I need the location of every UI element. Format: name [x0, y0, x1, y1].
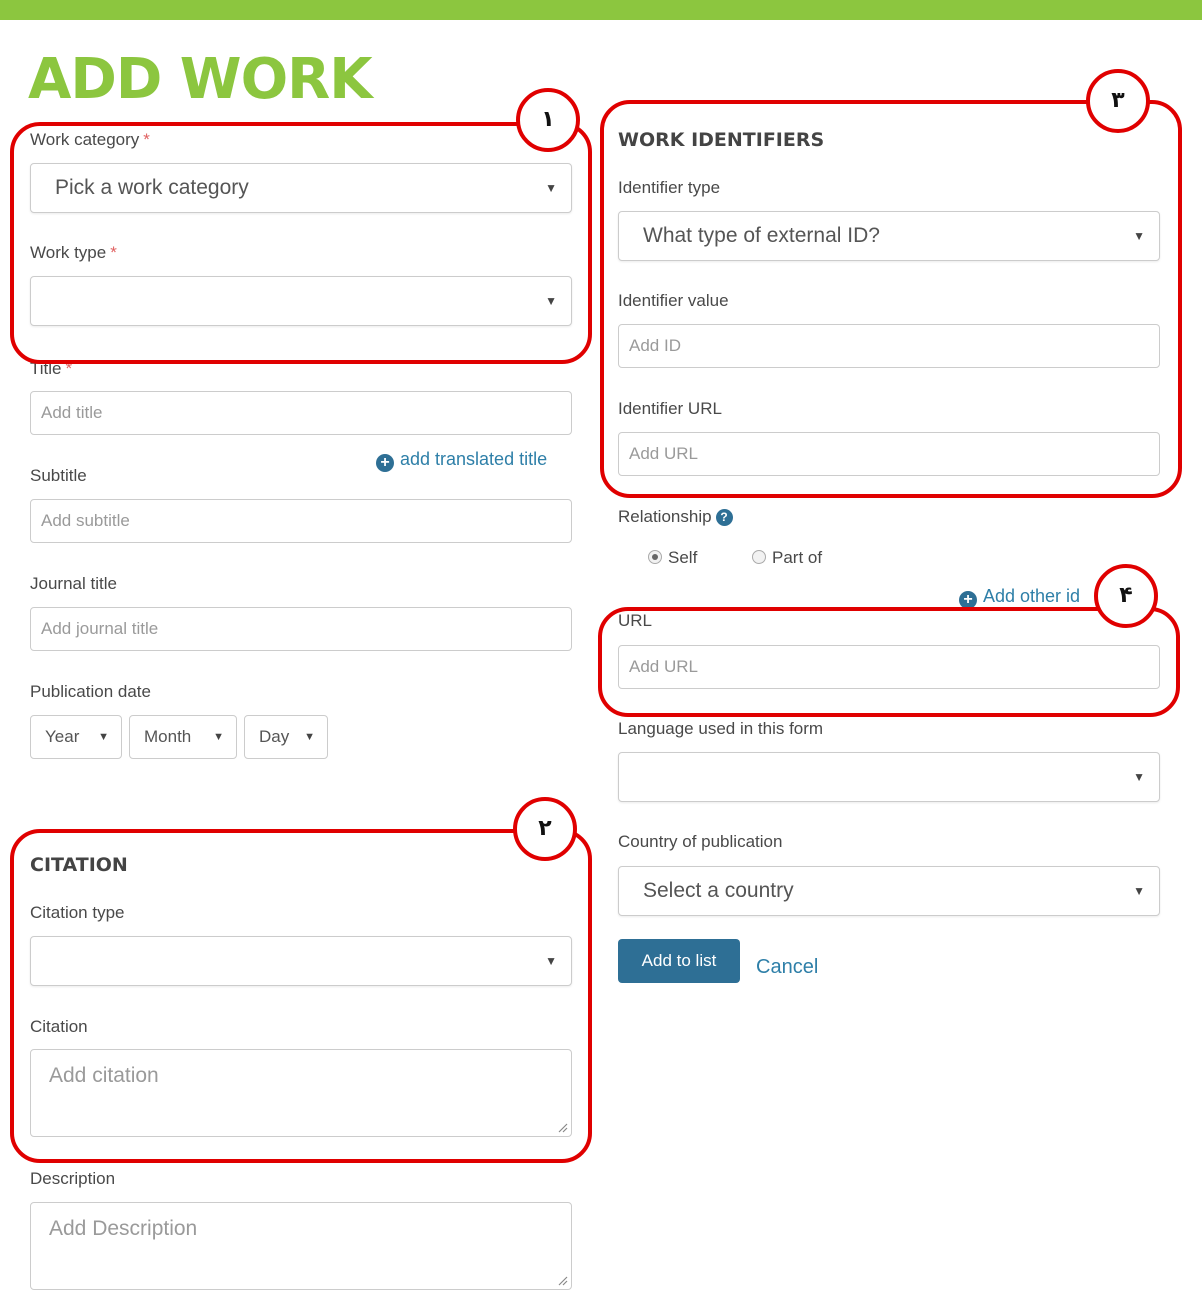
relationship-part-of-option[interactable]: Part of: [752, 548, 822, 568]
description-label: Description: [30, 1169, 116, 1188]
relationship-label: Relationship?: [618, 507, 733, 527]
work-category-select[interactable]: Pick a work category ▼: [30, 163, 572, 213]
plus-circle-icon: +: [959, 591, 977, 609]
year-select[interactable]: Year ▼: [30, 715, 122, 759]
annotation-badge-1: ١: [516, 88, 580, 152]
identifier-value-label: Identifier value: [618, 291, 729, 310]
description-placeholder: Add Description: [49, 1217, 198, 1240]
identifier-url-input[interactable]: Add URL: [618, 432, 1160, 476]
identifier-type-select[interactable]: What type of external ID? ▼: [618, 211, 1160, 261]
dropdown-caret-icon: ▼: [98, 731, 109, 743]
language-select[interactable]: ▼: [618, 752, 1160, 802]
identifier-url-label: Identifier URL: [618, 399, 722, 418]
required-asterisk: *: [65, 359, 73, 378]
plus-circle-icon: +: [376, 454, 394, 472]
required-asterisk: *: [110, 243, 117, 262]
page-title: ADD WORK: [28, 47, 373, 112]
day-select[interactable]: Day ▼: [244, 715, 328, 759]
add-other-identifier-link[interactable]: + Add other id: [959, 586, 1080, 609]
description-textarea[interactable]: Add Description: [30, 1202, 572, 1290]
work-type-select[interactable]: ▼: [30, 276, 572, 326]
radio-self[interactable]: [648, 550, 662, 564]
dropdown-caret-icon: ▼: [304, 731, 315, 743]
work-category-value: Pick a work category: [55, 176, 249, 199]
identifier-url-placeholder: Add URL: [629, 444, 698, 463]
identifier-value-placeholder: Add ID: [629, 336, 681, 355]
country-value: Select a country: [643, 879, 794, 902]
resize-grip-icon[interactable]: [557, 1122, 568, 1133]
dropdown-caret-icon: ▼: [545, 954, 557, 968]
dropdown-caret-icon: ▼: [1133, 229, 1145, 243]
citation-type-select[interactable]: ▼: [30, 936, 572, 986]
required-asterisk: *: [143, 130, 150, 149]
month-select[interactable]: Month ▼: [129, 715, 237, 759]
journal-title-input[interactable]: Add journal title: [30, 607, 572, 651]
citation-textarea[interactable]: Add citation: [30, 1049, 572, 1137]
annotation-badge-4: ۴: [1094, 564, 1158, 628]
work-category-label: Work category *: [30, 130, 150, 149]
country-label: Country of publication: [618, 832, 783, 851]
citation-type-label: Citation type: [30, 903, 125, 922]
identifier-type-value: What type of external ID?: [643, 224, 880, 247]
identifier-type-label: Identifier type: [618, 178, 721, 197]
url-label: URL: [618, 611, 653, 630]
annotation-badge-2: ٢: [513, 797, 577, 861]
help-icon[interactable]: ?: [715, 509, 733, 526]
subtitle-placeholder: Add subtitle: [41, 511, 130, 530]
title-label: Title *: [30, 359, 73, 378]
title-input[interactable]: Add title: [30, 391, 572, 435]
citation-placeholder: Add citation: [49, 1064, 159, 1087]
citation-label: Citation: [30, 1017, 88, 1036]
title-placeholder: Add title: [41, 403, 103, 422]
top-accent-bar: [0, 0, 1202, 20]
language-label: Language used in this form: [618, 719, 824, 738]
work-type-label: Work type *: [30, 243, 117, 262]
url-input[interactable]: Add URL: [618, 645, 1160, 689]
work-identifiers-heading: WORK IDENTIFIERS: [618, 129, 825, 151]
publication-date-label: Publication date: [30, 682, 151, 701]
dropdown-caret-icon: ▼: [545, 294, 557, 308]
journal-title-label: Journal title: [30, 574, 117, 593]
dropdown-caret-icon: ▼: [545, 181, 557, 195]
dropdown-caret-icon: ▼: [1133, 884, 1145, 898]
annotation-badge-3: ٣: [1086, 69, 1150, 133]
dropdown-caret-icon: ▼: [213, 731, 224, 743]
citation-heading: CITATION: [30, 854, 128, 876]
radio-part-of[interactable]: [752, 550, 766, 564]
relationship-self-option[interactable]: Self: [648, 548, 697, 568]
dropdown-caret-icon: ▼: [1133, 770, 1145, 784]
add-translated-title-link[interactable]: + add translated title: [376, 449, 547, 472]
journal-title-placeholder: Add journal title: [41, 619, 159, 638]
subtitle-input[interactable]: Add subtitle: [30, 499, 572, 543]
country-select[interactable]: Select a country ▼: [618, 866, 1160, 916]
url-placeholder: Add URL: [629, 657, 698, 676]
add-to-list-button[interactable]: Add to list: [618, 939, 740, 983]
cancel-link[interactable]: Cancel: [756, 957, 818, 977]
resize-grip-icon[interactable]: [557, 1275, 568, 1286]
identifier-value-input[interactable]: Add ID: [618, 324, 1160, 368]
subtitle-label: Subtitle: [30, 466, 87, 485]
